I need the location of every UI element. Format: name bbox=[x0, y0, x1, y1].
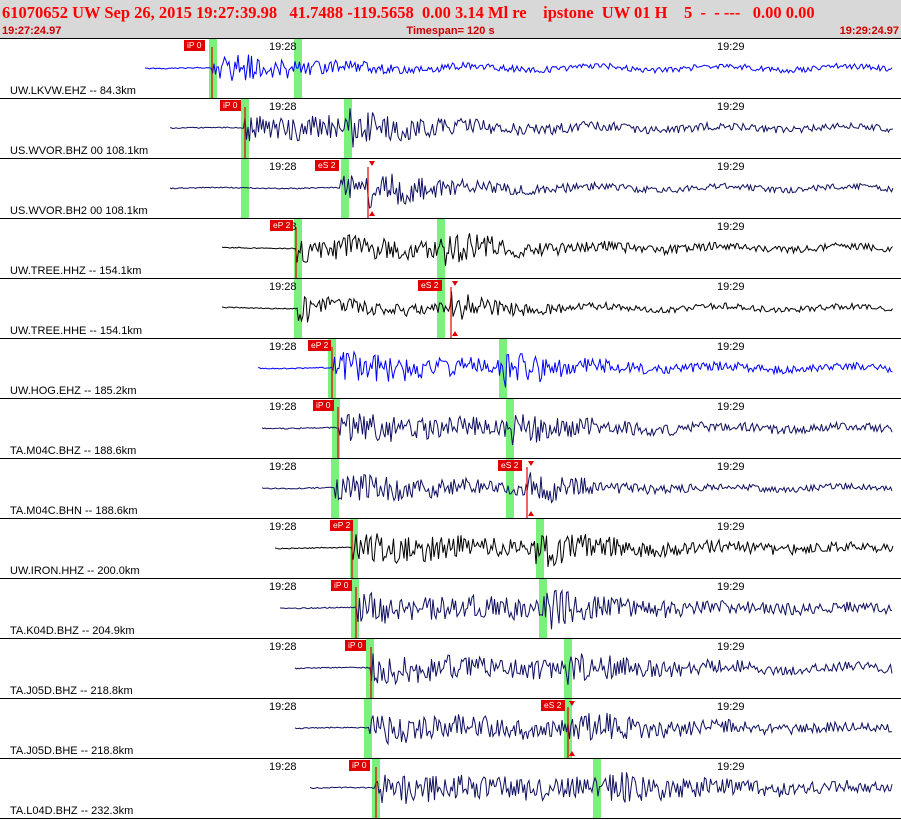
p-phase-marker bbox=[241, 159, 249, 218]
time-tick-label: 19:28 bbox=[269, 581, 297, 593]
channel-label: UW.TREE.HHZ -- 154.1km bbox=[10, 265, 142, 277]
waveform-plot bbox=[309, 759, 893, 818]
phase-pick-flag[interactable]: eP 2 bbox=[330, 520, 354, 531]
waveform-trace bbox=[279, 589, 893, 630]
phase-pick-flag[interactable]: eS 2 bbox=[498, 460, 522, 471]
channel-label: UW.IRON.HHZ -- 200.0km bbox=[10, 565, 140, 577]
channel-label: TA.M04C.BHN -- 188.6km bbox=[10, 505, 138, 517]
time-tick-label: 19:29 bbox=[717, 41, 745, 53]
waveform-plot bbox=[279, 579, 893, 638]
trace-panel[interactable]: 19:28 19:29 iP 0 TA.M04C.BHZ -- 188.6km bbox=[0, 399, 901, 459]
channel-label: UW.LKVW.EHZ -- 84.3km bbox=[10, 85, 136, 97]
trace-panel[interactable]: 19:2819:29eP 2UW.TREE.HHZ -- 154.1km bbox=[0, 219, 901, 279]
trace-panel[interactable]: 19:28 19:29 eP 2 UW.HOG.EHZ -- 185.2km bbox=[0, 339, 901, 399]
waveform-trace bbox=[221, 233, 893, 266]
trace-panel[interactable]: 19:28 19:29 eS 2 TA.J05D.BHE -- 218.8km bbox=[0, 699, 901, 759]
phase-pick-flag[interactable]: iP 0 bbox=[220, 100, 241, 111]
channel-label: TA.K04D.BHZ -- 204.9km bbox=[10, 625, 135, 637]
waveform-trace bbox=[294, 653, 893, 686]
time-tick-label: 19:28 bbox=[269, 761, 297, 773]
time-tick-label: 19:28 bbox=[269, 281, 297, 293]
time-tick-label: 19:28 bbox=[269, 401, 297, 413]
waveform-plot bbox=[294, 639, 893, 698]
end-time: 19:29:24.97 bbox=[839, 25, 899, 37]
phase-pick-flag[interactable]: eS 2 bbox=[541, 700, 565, 711]
phase-pick-flag[interactable]: iP 0 bbox=[349, 760, 370, 771]
time-tick-label: 19:29 bbox=[717, 521, 745, 533]
trace-panel[interactable]: 19:28 19:29 eS 2 TA.M04C.BHN -- 188.6km bbox=[0, 459, 901, 519]
channel-label: TA.L04D.BHZ -- 232.3km bbox=[10, 805, 134, 817]
waveform-trace bbox=[221, 291, 893, 323]
time-tick-label: 19:28 bbox=[269, 641, 297, 653]
waveform-plot bbox=[294, 699, 893, 758]
time-tick-label: 19:28 bbox=[269, 41, 297, 53]
trace-panel[interactable]: 19:28 19:29 iP 0 TA.J05D.BHZ -- 218.8km bbox=[0, 639, 901, 699]
phase-pick-flag[interactable]: eP 2 bbox=[270, 220, 294, 231]
timespan-label: Timespan= 120 s bbox=[406, 25, 495, 37]
phase-pick-flag[interactable]: iP 0 bbox=[313, 400, 334, 411]
channel-label: US.WVOR.BH2 00 108.1km bbox=[10, 205, 148, 217]
phase-pick-flag[interactable]: eP 2 bbox=[308, 340, 332, 351]
channel-label: TA.M04C.BHZ -- 188.6km bbox=[10, 445, 137, 457]
event-header: 61070652 UW Sep 26, 2015 19:27:39.98 41.… bbox=[0, 0, 901, 39]
trace-panel[interactable]: 19:28 19:29 iP 0 UW.LKVW.EHZ -- 84.3km bbox=[0, 39, 901, 99]
pick-triangle-marker bbox=[528, 511, 534, 516]
channel-label: TA.J05D.BHE -- 218.8km bbox=[10, 745, 134, 757]
waveform-trace bbox=[169, 108, 894, 148]
phase-pick-flag[interactable]: iP 0 bbox=[184, 40, 205, 51]
trace-panel[interactable]: 19:28 19:29 iP 0 US.WVOR.BHZ 00 108.1km bbox=[0, 99, 901, 159]
p-phase-marker bbox=[351, 579, 359, 638]
time-tick-label: 19:29 bbox=[717, 581, 745, 593]
time-tick-label: 19:29 bbox=[717, 221, 745, 233]
waveform-trace bbox=[169, 173, 894, 209]
time-tick-label: 19:28 bbox=[269, 521, 297, 533]
time-tick-label: 19:28 bbox=[269, 101, 297, 113]
time-tick-label: 19:28 bbox=[269, 161, 297, 173]
waveform-trace bbox=[274, 533, 894, 567]
time-tick-label: 19:29 bbox=[717, 281, 745, 293]
time-tick-label: 19:29 bbox=[717, 701, 745, 713]
waveform-trace bbox=[261, 413, 893, 446]
waveform-trace bbox=[257, 350, 893, 388]
time-tick-label: 19:29 bbox=[717, 401, 745, 413]
waveform-trace bbox=[294, 712, 893, 746]
trace-panel[interactable]: 19:28 19:29 eP 2 UW.IRON.HHZ -- 200.0km bbox=[0, 519, 901, 579]
channel-label: UW.TREE.HHE -- 154.1km bbox=[10, 325, 143, 337]
pick-triangle-marker bbox=[452, 281, 458, 286]
pick-triangle-marker bbox=[528, 461, 534, 466]
waveform-trace bbox=[261, 472, 893, 504]
time-tick-label: 19:29 bbox=[717, 761, 745, 773]
trace-panel[interactable]: 19:28 19:29 eS 2 US.WVOR.BH2 00 108.1km bbox=[0, 159, 901, 219]
trace-panel[interactable]: 19:28 19:29 eS 2 UW.TREE.HHE -- 154.1km bbox=[0, 279, 901, 339]
pick-triangle-marker bbox=[452, 331, 458, 336]
pick-triangle-marker bbox=[369, 211, 375, 216]
time-tick-label: 19:28 bbox=[269, 701, 297, 713]
time-tick-label: 19:29 bbox=[717, 341, 745, 353]
time-tick-label: 19:28 bbox=[269, 341, 297, 353]
phase-pick-flag[interactable]: eS 2 bbox=[418, 280, 442, 291]
trace-panel[interactable]: 19:28 19:29 iP 0 TA.K04D.BHZ -- 204.9km bbox=[0, 579, 901, 639]
time-tick-label: 19:29 bbox=[717, 461, 745, 473]
event-summary-line: 61070652 UW Sep 26, 2015 19:27:39.98 41.… bbox=[2, 3, 815, 22]
channel-label: TA.J05D.BHZ -- 218.8km bbox=[10, 685, 133, 697]
seismogram-panels[interactable]: 19:28 19:29 iP 0 UW.LKVW.EHZ -- 84.3km 19:28… bbox=[0, 39, 901, 820]
time-tick-label: 19:29 bbox=[717, 161, 745, 173]
pick-triangle-marker bbox=[369, 161, 375, 166]
channel-label: UW.HOG.EHZ -- 185.2km bbox=[10, 385, 137, 397]
time-tick-label: 19:29 bbox=[717, 641, 745, 653]
time-tick-label: 19:28 bbox=[269, 461, 297, 473]
trace-panel[interactable]: 19:28 19:29 iP 0 TA.L04D.BHZ -- 232.3km bbox=[0, 759, 901, 819]
phase-pick-flag[interactable]: iP 0 bbox=[331, 580, 352, 591]
phase-pick-flag[interactable]: iP 0 bbox=[345, 640, 366, 651]
time-tick-label: 19:29 bbox=[717, 101, 745, 113]
waveform-trace bbox=[144, 54, 893, 81]
phase-pick-flag[interactable]: eS 2 bbox=[315, 160, 339, 171]
channel-label: US.WVOR.BHZ 00 108.1km bbox=[10, 145, 149, 157]
